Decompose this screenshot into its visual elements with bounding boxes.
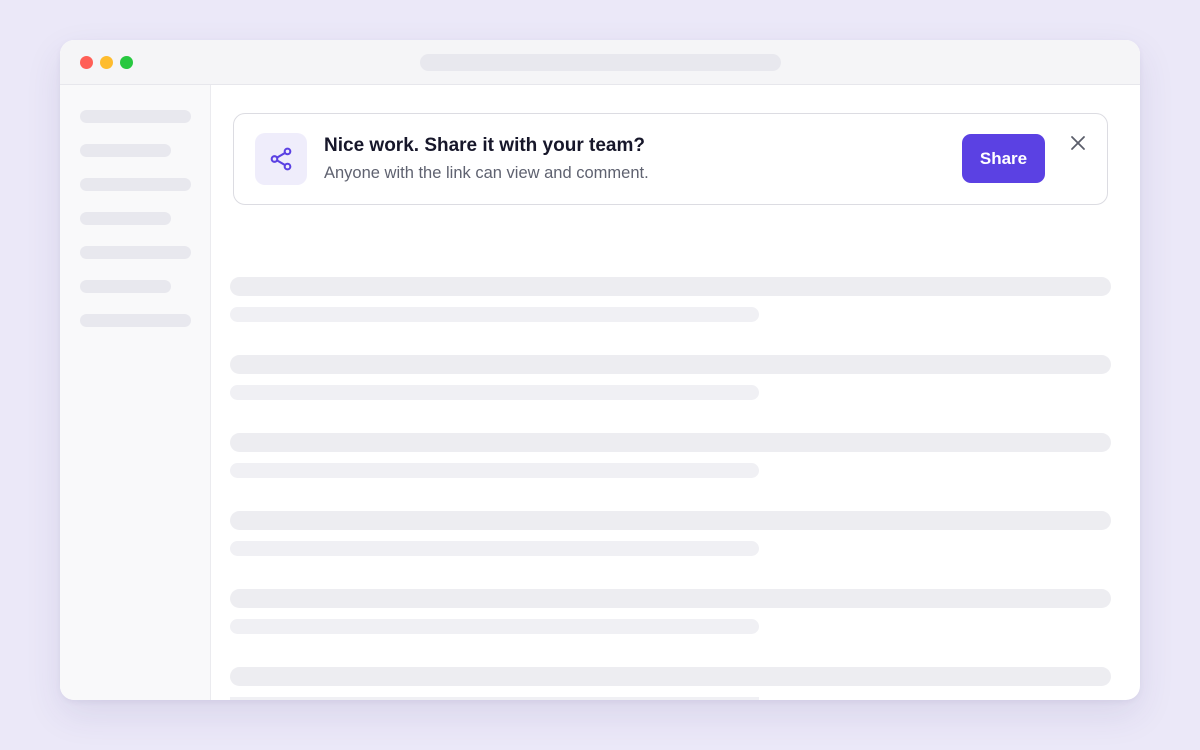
zoom-window-button[interactable]: [120, 56, 133, 69]
content-skeleton-line: [230, 385, 759, 400]
sidebar-skeleton-line: [80, 144, 171, 157]
sidebar-skeleton-line: [80, 212, 171, 225]
content-skeleton-line: [230, 667, 1111, 686]
close-icon[interactable]: [1067, 132, 1089, 154]
minimize-window-button[interactable]: [100, 56, 113, 69]
title-bar: [60, 40, 1140, 85]
banner-subtitle: Anyone with the link can view and commen…: [324, 164, 649, 182]
close-window-button[interactable]: [80, 56, 93, 69]
content-skeleton-line: [230, 307, 759, 322]
share-button[interactable]: Share: [962, 134, 1045, 183]
content-skeleton-line: [230, 463, 759, 478]
content-skeleton-line: [230, 277, 1111, 296]
address-bar-placeholder[interactable]: [420, 54, 781, 71]
sidebar-skeleton-line: [80, 246, 191, 259]
content-skeleton-line: [230, 619, 759, 634]
content-skeleton-line: [230, 511, 1111, 530]
main-content: Nice work. Share it with your team? Anyo…: [211, 85, 1140, 700]
sidebar-skeleton-line: [80, 178, 191, 191]
share-icon: [255, 133, 307, 185]
sidebar-skeleton-line: [80, 110, 191, 123]
sidebar-skeleton-line: [80, 280, 171, 293]
content-skeleton-line: [230, 355, 1111, 374]
sidebar-skeleton-line: [80, 314, 191, 327]
content-skeleton-line: [230, 433, 1111, 452]
banner-title: Nice work. Share it with your team?: [324, 135, 645, 156]
content-skeleton-line: [230, 589, 1111, 608]
content-skeleton-line: [230, 697, 759, 700]
sidebar: [60, 85, 211, 700]
content-skeleton-line: [230, 541, 759, 556]
browser-window: Nice work. Share it with your team? Anyo…: [60, 40, 1140, 700]
share-banner: Nice work. Share it with your team? Anyo…: [233, 113, 1108, 205]
